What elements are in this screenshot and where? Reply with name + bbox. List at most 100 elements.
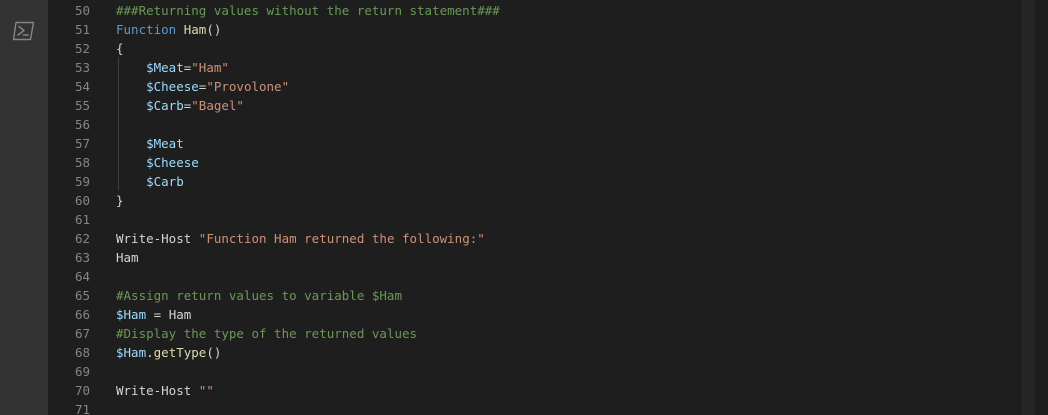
- code-text: $Carb="Bagel": [116, 96, 244, 115]
- code-line[interactable]: 64: [48, 267, 1035, 286]
- code-text: $Carb: [116, 172, 184, 191]
- code-line[interactable]: 67 #Display the type of the returned valu…: [48, 324, 1035, 343]
- code-line[interactable]: 50 ###Returning values without the return…: [48, 1, 1035, 20]
- code-line[interactable]: 71: [48, 400, 1035, 415]
- code-line[interactable]: 53 $Meat="Ham": [48, 58, 1035, 77]
- code-text: #Assign return values to variable $Ham: [116, 286, 402, 305]
- code-token: Ham: [168, 307, 192, 322]
- code-text: Ham: [116, 248, 139, 267]
- code-token: "Provolone": [206, 79, 290, 94]
- code-token: $Ham: [116, 307, 147, 322]
- code-token: $Meat: [146, 60, 184, 75]
- code-text: $Ham.getType(): [116, 343, 221, 362]
- code-line[interactable]: 58 $Cheese: [48, 153, 1035, 172]
- code-text: ###Returning values without the return s…: [116, 1, 500, 20]
- code-token: "": [198, 383, 214, 398]
- code-token: ###Returning values without the return s…: [116, 3, 500, 18]
- vscode-window: 50 ###Returning values without the return…: [0, 0, 1048, 415]
- line-number: 51: [74, 22, 90, 37]
- line-number: 67: [74, 326, 90, 341]
- vertical-scrollbar[interactable]: [1022, 0, 1035, 415]
- code-text: Function Ham(): [116, 20, 221, 39]
- line-number: 71: [74, 402, 90, 415]
- code-token: "Function Ham returned the following:": [198, 231, 485, 246]
- code-text: {: [116, 39, 124, 58]
- code-token: Ham: [116, 250, 139, 265]
- code-token: {: [116, 41, 124, 56]
- code-token: "Ham": [191, 60, 229, 75]
- code-editor[interactable]: 50 ###Returning values without the return…: [48, 0, 1035, 415]
- line-number: 65: [74, 288, 90, 303]
- code-text: $Meat: [116, 134, 184, 153]
- code-line[interactable]: 65 #Assign return values to variable $Ham: [48, 286, 1035, 305]
- code-line[interactable]: 68 $Ham.getType(): [48, 343, 1035, 362]
- line-number: 55: [74, 98, 90, 113]
- code-line[interactable]: 51 Function Ham(): [48, 20, 1035, 39]
- code-token: $Carb: [146, 98, 184, 113]
- code-token: $Meat: [146, 136, 184, 151]
- code-text: Write-Host "": [116, 381, 214, 400]
- line-number: 56: [74, 117, 90, 132]
- code-line[interactable]: 56: [48, 115, 1035, 134]
- code-line[interactable]: 70 Write-Host "": [48, 381, 1035, 400]
- line-number: 66: [74, 307, 90, 322]
- line-number: 62: [74, 231, 90, 246]
- powershell-icon[interactable]: [13, 21, 35, 41]
- line-number: 63: [74, 250, 90, 265]
- code-line[interactable]: 54 $Cheese="Provolone": [48, 77, 1035, 96]
- line-number: 58: [74, 155, 90, 170]
- code-text: $Ham = Ham: [116, 305, 191, 324]
- code-token: .: [146, 345, 154, 360]
- code-token: Write-Host: [116, 383, 192, 398]
- code-text: $Meat="Ham": [116, 58, 229, 77]
- code-token: =: [146, 307, 169, 322]
- line-number: 52: [74, 41, 90, 56]
- line-number: 54: [74, 79, 90, 94]
- code-token: $Cheese: [146, 79, 199, 94]
- code-text: Write-Host "Function Ham returned the fo…: [116, 229, 485, 248]
- line-number: 61: [74, 212, 90, 227]
- code-line[interactable]: 52 {: [48, 39, 1035, 58]
- code-token: #Assign return values to variable $Ham: [116, 288, 402, 303]
- code-token: Ham: [183, 22, 207, 37]
- code-token: $Ham: [116, 345, 147, 360]
- code-token: $Carb: [146, 174, 184, 189]
- code-line[interactable]: 57 $Meat: [48, 134, 1035, 153]
- line-number: 53: [74, 60, 90, 75]
- code-token: }: [116, 193, 124, 208]
- line-number: 59: [74, 174, 90, 189]
- line-number: 70: [74, 383, 90, 398]
- code-token: (): [206, 22, 222, 37]
- code-text: $Cheese: [116, 153, 199, 172]
- code-text: $Cheese="Provolone": [116, 77, 289, 96]
- line-number: 60: [74, 193, 90, 208]
- line-number: 57: [74, 136, 90, 151]
- code-token: "Bagel": [191, 98, 244, 113]
- code-line[interactable]: 69: [48, 362, 1035, 381]
- code-line[interactable]: 61: [48, 210, 1035, 229]
- code-line[interactable]: 63 Ham: [48, 248, 1035, 267]
- code-line[interactable]: 55 $Carb="Bagel": [48, 96, 1035, 115]
- code-token: Function: [116, 22, 177, 37]
- line-number: 69: [74, 364, 90, 379]
- line-number: 64: [74, 269, 90, 284]
- code-text: #Display the type of the returned values: [116, 324, 417, 343]
- activity-bar: [0, 0, 48, 415]
- code-line[interactable]: 62 Write-Host "Function Ham returned the …: [48, 229, 1035, 248]
- line-number: 50: [74, 3, 90, 18]
- code-token: #Display the type of the returned values: [116, 326, 418, 341]
- code-token: Write-Host: [116, 231, 192, 246]
- code-line[interactable]: 60}: [48, 191, 1035, 210]
- code-line[interactable]: 59 $Carb: [48, 172, 1035, 191]
- code-line[interactable]: 66 $Ham = Ham: [48, 305, 1035, 324]
- line-number: 68: [74, 345, 90, 360]
- code-token: getType: [153, 345, 207, 360]
